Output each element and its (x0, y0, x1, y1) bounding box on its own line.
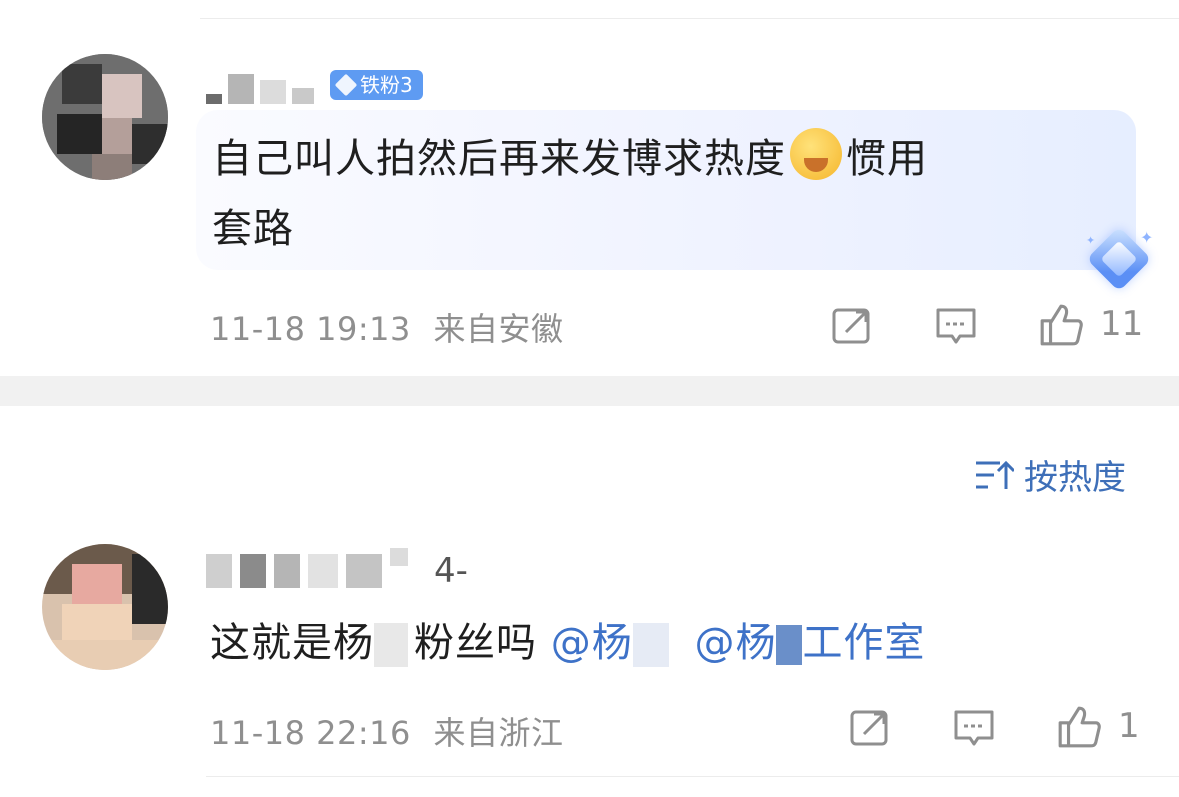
comment-text[interactable]: 自己叫人拍然后再来发博求热度 惯用 套路 (212, 124, 1122, 264)
top-divider (200, 18, 1179, 19)
comment-meta: 11-18 22:16 来自浙江 (210, 708, 564, 754)
fan-badge[interactable]: 铁粉3 (330, 70, 423, 100)
username-blurred[interactable]: 4- (206, 548, 468, 588)
share-icon[interactable] (848, 706, 892, 750)
sparkle-icon: ✦ (1140, 228, 1154, 247)
sort-icon (976, 460, 1014, 489)
comment-date: 11-18 22:16 (210, 714, 411, 752)
username-visible-part: 4- (434, 551, 468, 591)
comment-location: 来自安徽 (433, 310, 564, 348)
mention-link[interactable]: @杨 (551, 620, 669, 667)
badge-label: 铁粉3 (360, 73, 413, 97)
share-icon[interactable] (830, 304, 874, 348)
section-separator (0, 376, 1179, 406)
thumbs-up-icon[interactable] (1038, 302, 1084, 348)
thumbs-up-icon[interactable] (1056, 704, 1102, 750)
sparkle-icon: ✦ (1086, 234, 1096, 247)
comment-date: 11-18 19:13 (210, 310, 411, 348)
like-count: 11 (1100, 304, 1144, 344)
comment-meta: 11-18 19:13 来自安徽 (210, 304, 564, 350)
like-count: 1 (1118, 706, 1140, 746)
comment-icon[interactable] (934, 304, 978, 348)
crying-face-emoji-icon (790, 128, 842, 180)
diamond-icon (334, 73, 358, 97)
comment-text-part1: 这就是杨 (210, 620, 374, 666)
mention-link[interactable]: @杨 工作室 (694, 620, 925, 666)
avatar[interactable] (42, 54, 168, 180)
comment-text-part2: 粉丝吗 (414, 620, 537, 666)
comment-text-line2: 套路 (212, 206, 294, 252)
redacted-text (374, 623, 408, 667)
decorative-gem-icon (1086, 226, 1152, 292)
comment-text-part1: 自己叫人拍然后再来发博求热度 (212, 136, 786, 182)
bottom-divider (206, 776, 1179, 777)
sort-button[interactable]: 按热度 (974, 450, 1126, 499)
avatar[interactable] (42, 544, 168, 670)
comment-text-part2: 惯用 (846, 136, 928, 182)
username-blurred[interactable] (206, 64, 314, 104)
comment-icon[interactable] (952, 706, 996, 750)
comment-text[interactable]: 这就是杨 粉丝吗 @杨 @杨 工作室 (210, 608, 1170, 678)
comment-location: 来自浙江 (433, 714, 564, 752)
sort-label: 按热度 (1024, 458, 1126, 498)
